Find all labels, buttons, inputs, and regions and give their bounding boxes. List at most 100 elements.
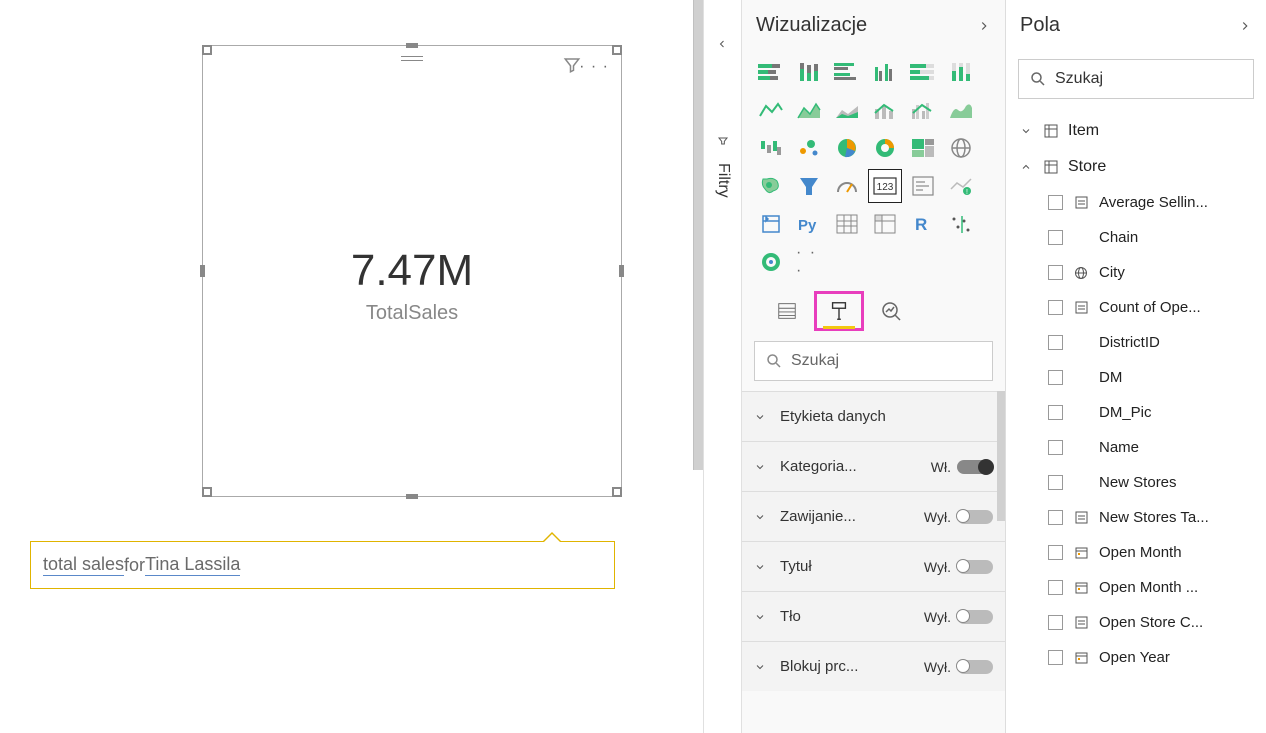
viz-table-icon[interactable] (830, 207, 864, 241)
visual-more-icon[interactable]: · · · (579, 58, 609, 76)
resize-handle-w[interactable] (200, 265, 205, 277)
table-row[interactable]: Item (1006, 113, 1266, 149)
viz-more-icon[interactable]: · · · (792, 245, 826, 279)
viz-clustered-bar-icon[interactable] (830, 55, 864, 89)
field-type-icon (1073, 301, 1089, 314)
canvas-scrollbar[interactable] (693, 0, 703, 470)
visual-drag-handle[interactable] (401, 56, 423, 61)
viz-matrix-icon[interactable] (868, 207, 902, 241)
field-checkbox[interactable] (1048, 510, 1063, 525)
format-prop-row[interactable]: Zawijanie...Wył. (742, 491, 1005, 541)
viz-funnel-icon[interactable] (792, 169, 826, 203)
field-checkbox[interactable] (1048, 650, 1063, 665)
filters-pane-collapsed[interactable]: Filtry (704, 0, 742, 733)
field-row[interactable]: DM (1006, 360, 1266, 395)
viz-treemap-icon[interactable] (906, 131, 940, 165)
viz-100-bar-icon[interactable] (906, 55, 940, 89)
qna-input[interactable]: total sales for Tina Lassila (30, 541, 615, 589)
viz-line-icon[interactable] (754, 93, 788, 127)
viz-clustered-column-icon[interactable] (868, 55, 902, 89)
viz-r-icon[interactable]: R (906, 207, 940, 241)
field-checkbox[interactable] (1048, 615, 1063, 630)
viz-python-icon[interactable]: Py (792, 207, 826, 241)
prop-toggle[interactable] (957, 610, 993, 624)
viz-scatter-icon[interactable] (792, 131, 826, 165)
field-row[interactable]: Open Month (1006, 535, 1266, 570)
viz-kpi-icon[interactable]: ! (944, 169, 978, 203)
format-prop-row[interactable]: Etykieta danych (742, 391, 1005, 441)
format-prop-row[interactable]: Kategoria...Wł. (742, 441, 1005, 491)
prop-toggle[interactable] (957, 660, 993, 674)
prop-toggle[interactable] (957, 560, 993, 574)
field-row[interactable]: Chain (1006, 220, 1266, 255)
field-checkbox[interactable] (1048, 405, 1063, 420)
resize-handle-ne[interactable] (612, 45, 622, 55)
viz-donut-icon[interactable] (868, 131, 902, 165)
report-canvas[interactable]: · · · 7.47M TotalSales total sales for T… (0, 0, 704, 733)
format-prop-row[interactable]: TytułWył. (742, 541, 1005, 591)
format-prop-row[interactable]: TłoWył. (742, 591, 1005, 641)
field-row[interactable]: New Stores (1006, 465, 1266, 500)
card-visual[interactable]: · · · 7.47M TotalSales (202, 45, 622, 497)
prop-toggle[interactable] (957, 510, 993, 524)
viz-key-influencers-icon[interactable] (944, 207, 978, 241)
viz-map-icon[interactable] (944, 131, 978, 165)
viz-card-icon[interactable]: 123 (868, 169, 902, 203)
field-checkbox[interactable] (1048, 545, 1063, 560)
resize-handle-se[interactable] (612, 487, 622, 497)
format-tab[interactable] (814, 291, 864, 331)
field-row[interactable]: Open Store C... (1006, 605, 1266, 640)
prop-toggle[interactable] (957, 460, 993, 474)
viz-line-column-icon[interactable] (868, 93, 902, 127)
field-row[interactable]: City (1006, 255, 1266, 290)
field-row[interactable]: Count of Ope... (1006, 290, 1266, 325)
viz-area-icon[interactable] (792, 93, 826, 127)
viz-pane-collapse-icon[interactable] (977, 19, 991, 33)
viz-line-clustered-icon[interactable] (906, 93, 940, 127)
viz-slicer-icon[interactable] (754, 207, 788, 241)
resize-handle-n[interactable] (406, 43, 418, 48)
field-checkbox[interactable] (1048, 370, 1063, 385)
fields-tab[interactable] (762, 291, 812, 331)
viz-pie-icon[interactable] (830, 131, 864, 165)
format-prop-row[interactable]: Blokuj prc...Wył. (742, 641, 1005, 691)
viz-100-column-icon[interactable] (944, 55, 978, 89)
filters-expand-icon[interactable] (716, 38, 728, 50)
field-row[interactable]: DistrictID (1006, 325, 1266, 360)
resize-handle-e[interactable] (619, 265, 624, 277)
viz-filled-map-icon[interactable] (754, 169, 788, 203)
viz-ribbon-icon[interactable] (944, 93, 978, 127)
field-checkbox[interactable] (1048, 580, 1063, 595)
resize-handle-s[interactable] (406, 494, 418, 499)
viz-multi-card-icon[interactable] (906, 169, 940, 203)
field-row[interactable]: Open Year (1006, 640, 1266, 675)
field-checkbox[interactable] (1048, 440, 1063, 455)
field-row[interactable]: New Stores Ta... (1006, 500, 1266, 535)
resize-handle-nw[interactable] (202, 45, 212, 55)
field-checkbox[interactable] (1048, 300, 1063, 315)
field-checkbox[interactable] (1048, 230, 1063, 245)
field-name: City (1099, 264, 1252, 281)
fields-search[interactable]: Szukaj (1018, 59, 1254, 99)
field-row[interactable]: Open Month ... (1006, 570, 1266, 605)
viz-waterfall-icon[interactable] (754, 131, 788, 165)
format-search[interactable]: Szukaj (754, 341, 993, 381)
field-checkbox[interactable] (1048, 335, 1063, 350)
viz-stacked-column-icon[interactable] (792, 55, 826, 89)
analytics-tab[interactable] (866, 291, 916, 331)
field-checkbox[interactable] (1048, 195, 1063, 210)
field-row[interactable]: Name (1006, 430, 1266, 465)
viz-gauge-icon[interactable] (830, 169, 864, 203)
viz-stacked-area-icon[interactable] (830, 93, 864, 127)
field-row[interactable]: DM_Pic (1006, 395, 1266, 430)
properties-scrollbar[interactable] (997, 391, 1005, 521)
viz-stacked-bar-icon[interactable] (754, 55, 788, 89)
fields-pane-collapse-icon[interactable] (1238, 19, 1252, 33)
field-checkbox[interactable] (1048, 265, 1063, 280)
field-row[interactable]: Average Sellin... (1006, 185, 1266, 220)
resize-handle-sw[interactable] (202, 487, 212, 497)
field-checkbox[interactable] (1048, 475, 1063, 490)
table-row[interactable]: Store (1006, 149, 1266, 185)
qna-connector: for (124, 555, 145, 576)
viz-arcgis-icon[interactable] (754, 245, 788, 279)
